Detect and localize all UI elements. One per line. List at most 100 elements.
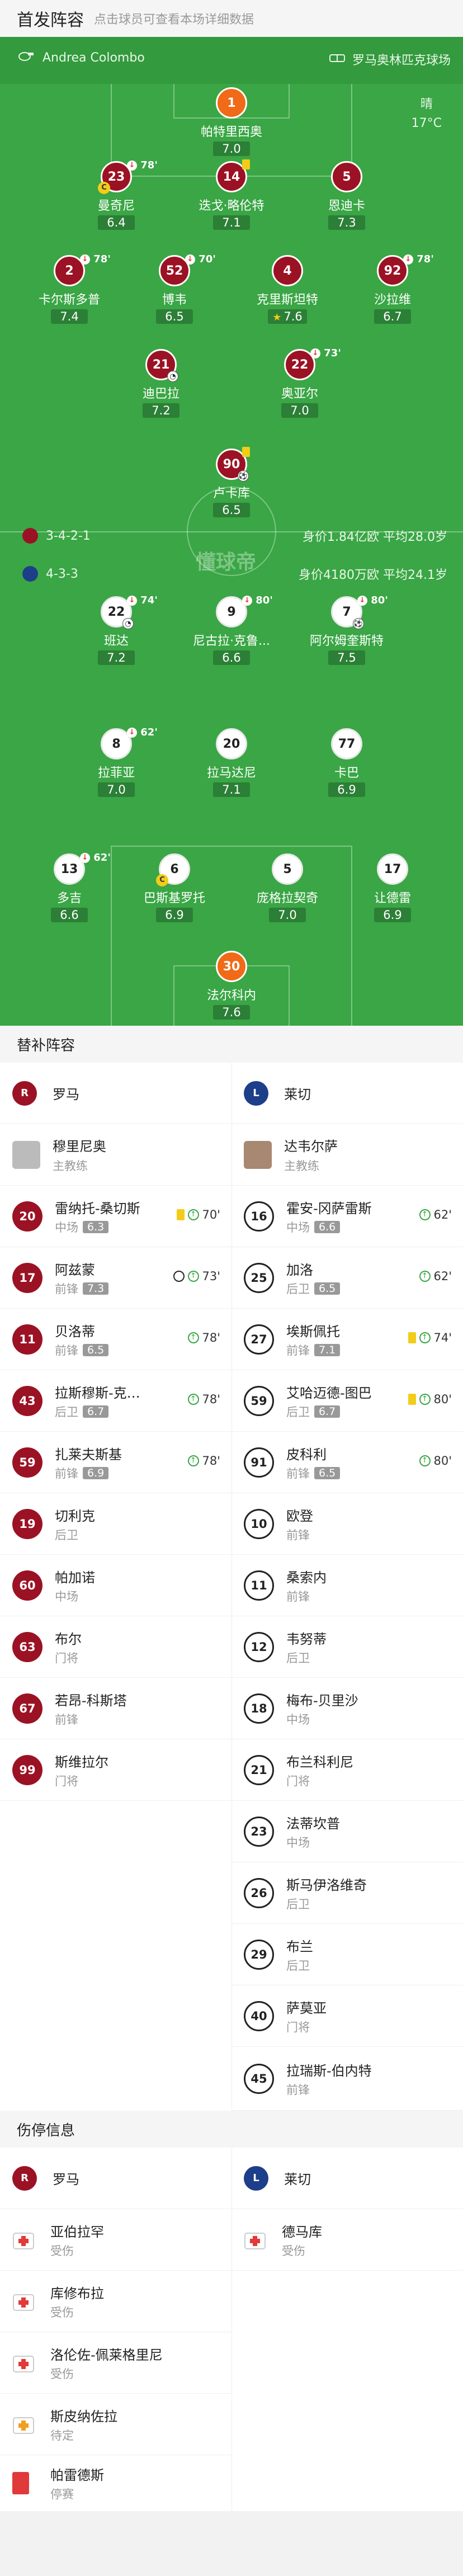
player-home-3[interactable]: 5 恩迪卡 7.3 (285, 161, 408, 230)
player-away-8[interactable]: 5 庞格拉契奇 7.0 (226, 853, 349, 922)
injury-home-2[interactable]: 洛伦佐-佩莱格里尼 受伤 (0, 2332, 232, 2394)
sub-name: 斯马伊洛维奇 (286, 1877, 367, 1893)
away-sub-1[interactable]: 25 加洛 后卫 6.5 ↑ 62' (232, 1247, 463, 1309)
red-card-icon (12, 2472, 35, 2494)
player-away-7[interactable]: 6C 巴斯基罗托 6.9 (113, 853, 236, 922)
player-rating: 6.7 (374, 309, 411, 324)
player-away-6[interactable]: 13 ↓ 62' 多吉 6.6 (8, 852, 131, 922)
player-away-2[interactable]: 7 ↓ 80' ⚽ 阿尔姆奎斯特 7.5 (285, 595, 408, 665)
injury-home-1[interactable]: 库修布拉 受伤 (0, 2271, 232, 2332)
player-name: 卢卡库 (212, 487, 250, 501)
away-sub-14[interactable]: 45 拉瑞斯-伯内特 前锋 (232, 2047, 463, 2111)
player-home-2[interactable]: 14 迭戈·略伦特 7.1 (170, 159, 293, 230)
away-sub-6[interactable]: 11 桑索内 前锋 (232, 1555, 463, 1616)
shirt-number: 26 (244, 1877, 274, 1908)
injury-status: 待定 (50, 2428, 74, 2442)
away-sub-8[interactable]: 18 梅布-贝里沙 中场 (232, 1678, 463, 1739)
assist-icon: ◔ (122, 618, 134, 629)
shirt-number: 25 (244, 1262, 274, 1293)
injury-away-0[interactable]: 德马库 受伤 (232, 2209, 463, 2271)
player-home-9[interactable]: 22 ↓ 73' 奥亚尔 7.0 (238, 347, 361, 418)
home-coach-row[interactable]: 穆里尼奥 主教练 (0, 1124, 232, 1186)
subs-title: 替补阵容 (17, 1037, 75, 1054)
away-coach-row[interactable]: 达韦尔萨 主教练 (232, 1124, 463, 1186)
shirt-number: 21 (244, 1754, 274, 1785)
away-sub-0[interactable]: 16 霍安-冈萨雷斯 中场 6.6 ↑ 62' (232, 1186, 463, 1247)
sub-on-icon: ↑ (187, 1332, 199, 1343)
goal-icon: ⚽ (238, 470, 249, 482)
injured-name: 洛伦佐-佩莱格里尼 (50, 2347, 163, 2363)
sub-off-icon: ↓ 80' (242, 595, 273, 606)
sub-position: 前锋 (286, 1343, 310, 1357)
player-home-5[interactable]: 52 ↓ 70' 博韦 6.5 (113, 253, 236, 324)
injury-home-4[interactable]: 帕雷德斯 停赛 (0, 2455, 232, 2511)
player-name: 庞格拉契奇 (256, 891, 318, 905)
player-home-7[interactable]: 92 ↓ 78' 沙拉维 6.7 (331, 253, 454, 324)
player-away-3[interactable]: 8 ↓ 62' 拉菲亚 7.0 (55, 726, 178, 797)
home-sub-7[interactable]: 63 布尔 门将 (0, 1616, 232, 1678)
player-away-5[interactable]: 77 卡巴 6.9 (285, 728, 408, 797)
away-formation-row: 4-3-3 身价4180万欧 平均24.1岁 (22, 565, 447, 583)
header-hint: 点击球员可查看本场详细数据 (94, 13, 254, 27)
shirt-number: 59 (244, 1385, 274, 1416)
sub-position: 门将 (286, 2020, 310, 2034)
player-away-4[interactable]: 20 拉马达尼 7.1 (170, 728, 293, 797)
roma-logo-icon: R (12, 1081, 37, 1106)
home-sub-3[interactable]: 43 拉斯穆斯-克… 后卫 6.7 ↑ 78' (0, 1370, 232, 1432)
player-away-10[interactable]: 30 法尔科内 7.6 (170, 951, 293, 1020)
injury-home-0[interactable]: 亚伯拉罕 受伤 (0, 2209, 232, 2271)
yellow-card-icon (408, 1332, 416, 1343)
away-sub-11[interactable]: 26 斯马伊洛维奇 后卫 (232, 1862, 463, 1924)
shirt-number: 67 (12, 1693, 42, 1724)
home-sub-4[interactable]: 59 扎莱夫斯基 前锋 6.9 ↑ 78' (0, 1432, 232, 1493)
sub-name: 拉瑞斯-伯内特 (286, 2063, 372, 2079)
shirt-number: 27 (244, 1324, 274, 1355)
shirt-number: 20 (12, 1201, 42, 1232)
home-sub-1[interactable]: 17 阿兹蒙 前锋 7.3 ↑ 73' (0, 1247, 232, 1309)
shirt-number: 14 (216, 159, 250, 192)
home-sub-0[interactable]: 20 雷纳托-桑切斯 中场 6.3 ↑ 70' (0, 1186, 232, 1247)
home-sub-6[interactable]: 60 帕加诺 中场 (0, 1555, 232, 1616)
away-sub-2[interactable]: 27 埃斯佩托 前锋 7.1 ↑ 74' (232, 1309, 463, 1370)
away-sub-12[interactable]: 29 布兰 后卫 (232, 1924, 463, 1985)
player-name: 曼奇尼 (97, 199, 135, 213)
injury-home-3[interactable]: 斯皮纳佐拉 待定 (0, 2394, 232, 2455)
sub-name: 斯维拉尔 (55, 1754, 108, 1770)
player-name: 恩迪卡 (328, 199, 365, 213)
sub-name: 皮科利 (286, 1446, 327, 1462)
temperature: 17°C (411, 116, 442, 130)
sub-name: 若昂-科斯塔 (55, 1692, 127, 1709)
sub-events: ↑ 74' (408, 1331, 452, 1344)
home-sub-8[interactable]: 67 若昂-科斯塔 前锋 (0, 1678, 232, 1739)
away-sub-9[interactable]: 21 布兰科利尼 门将 (232, 1739, 463, 1801)
away-sub-4[interactable]: 91 皮科利 前锋 6.5 ↑ 80' (232, 1432, 463, 1493)
player-rating: 7.1 (213, 782, 250, 797)
sub-name: 萨莫亚 (286, 2000, 327, 2016)
shirt-number: 59 (12, 1447, 42, 1478)
player-away-9[interactable]: 17 让德雷 6.9 (331, 853, 454, 922)
player-away-0[interactable]: 22 ↓ 74' ◔ 班达 7.2 (55, 595, 178, 665)
player-home-10[interactable]: 90 ⚽ 卢卡库 6.5 (170, 447, 293, 517)
weather-text: 晴 (420, 97, 433, 111)
player-home-1[interactable]: 23 C ↓ 78' 曼奇尼 6.4 (55, 159, 178, 230)
player-away-1[interactable]: 9 ↓ 80' 尼古拉·克鲁... 6.6 (170, 595, 293, 665)
away-sub-5[interactable]: 10 欧登 前锋 (232, 1493, 463, 1555)
player-home-8[interactable]: 21 ◔ 迪巴拉 7.2 (100, 349, 223, 418)
sub-rating: 6.5 (314, 1282, 341, 1295)
sub-off-icon: ↓ 74' (127, 595, 158, 606)
away-sub-13[interactable]: 40 萨莫亚 门将 (232, 1985, 463, 2047)
player-home-6[interactable]: 4 克里斯坦特 ★ 7.6 (226, 255, 349, 324)
home-sub-2[interactable]: 11 贝洛蒂 前锋 6.5 ↑ 78' (0, 1309, 232, 1370)
home-sub-9[interactable]: 99 斯维拉尔 门将 (0, 1739, 232, 1801)
away-sub-7[interactable]: 12 韦努蒂 后卫 (232, 1616, 463, 1678)
home-sub-5[interactable]: 19 切利克 后卫 (0, 1493, 232, 1555)
away-sub-3[interactable]: 59 艾哈迈德-图巴 后卫 6.7 ↑ 80' (232, 1370, 463, 1432)
sub-rating: 7.1 (314, 1343, 341, 1356)
away-sub-10[interactable]: 23 法蒂坎普 中场 (232, 1801, 463, 1862)
player-home-0[interactable]: 1 帕特里西奥 7.0 (170, 87, 293, 156)
sub-rating: 6.7 (314, 1405, 341, 1418)
sub-position: 前锋 (286, 1528, 310, 1542)
sub-position: 门将 (55, 1651, 78, 1665)
shirt-number: 5 (272, 853, 303, 885)
player-home-4[interactable]: 2 ↓ 78' 卡尔斯多普 7.4 (8, 253, 131, 324)
